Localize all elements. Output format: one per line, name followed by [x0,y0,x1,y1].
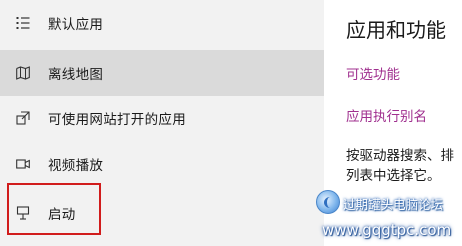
watermark: 过期罐头电脑论坛 www.gqgtpc.com [316,188,462,246]
sidebar-item-label: 视频播放 [48,158,104,174]
startup-icon [16,206,30,220]
watermark-url: www.gqgtpc.com [322,221,452,239]
offline-maps-icon [16,66,30,80]
page-title: 应用和功能 [346,18,446,42]
sidebar-item-label: 启动 [48,207,76,223]
app-execution-aliases-link[interactable]: 应用执行别名 [346,105,427,125]
description-line: 按驱动器搜索、排 [346,148,454,164]
sidebar-item-video-playback[interactable]: 视频播放 [0,141,324,187]
optional-features-link[interactable]: 可选功能 [346,63,400,83]
settings-sidebar: 默认应用 离线地图 可使用网站打开的应用 视频播放 启动 [0,0,324,246]
default-apps-icon [16,16,30,30]
sidebar-item-label: 默认应用 [48,17,104,33]
sidebar-item-offline-maps[interactable]: 离线地图 [0,50,324,96]
sidebar-item-startup[interactable]: 启动 [0,190,324,236]
description-line: 列表中选择它。 [346,168,441,184]
apps-for-websites-icon [16,111,30,125]
video-playback-icon [16,157,30,171]
sidebar-item-apps-for-websites[interactable]: 可使用网站打开的应用 [0,95,324,141]
sidebar-item-label: 离线地图 [48,67,104,83]
watermark-title: 过期罐头电脑论坛 [343,197,444,212]
watermark-logo-icon [316,190,340,214]
sidebar-item-default-apps[interactable]: 默认应用 [0,0,324,46]
sidebar-item-label: 可使用网站打开的应用 [48,112,186,128]
